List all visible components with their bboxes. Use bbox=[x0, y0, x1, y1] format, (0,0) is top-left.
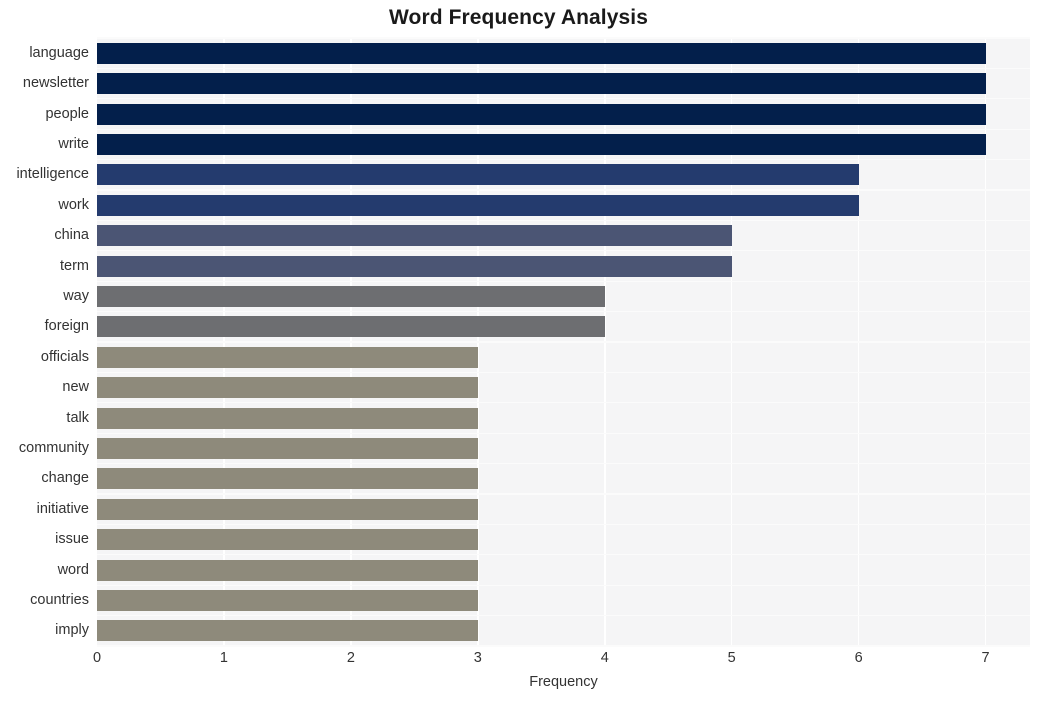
bar bbox=[97, 620, 478, 642]
x-axis-title: Frequency bbox=[529, 674, 598, 690]
y-axis-tick-label: foreign bbox=[44, 318, 89, 335]
bar bbox=[97, 73, 986, 95]
chart-title: Word Frequency Analysis bbox=[388, 6, 649, 29]
y-axis-tick-label: officials bbox=[40, 348, 89, 365]
bar bbox=[97, 377, 478, 399]
bar bbox=[97, 255, 732, 277]
bar bbox=[97, 346, 478, 368]
bar bbox=[97, 194, 859, 216]
plot-area bbox=[97, 37, 1030, 647]
y-axis-tick-label: write bbox=[58, 135, 89, 152]
bars-layer bbox=[97, 38, 1030, 646]
bar bbox=[97, 42, 986, 64]
y-axis-tick-label: countries bbox=[30, 591, 89, 608]
y-axis-tick-label: term bbox=[60, 257, 89, 274]
y-axis-tick-label: intelligence bbox=[16, 166, 89, 183]
bar bbox=[97, 133, 986, 155]
y-axis-tick-label: change bbox=[41, 470, 89, 487]
bar bbox=[97, 468, 478, 490]
x-axis-tick-label: 2 bbox=[346, 650, 355, 666]
x-axis-tick-label: 7 bbox=[981, 650, 990, 666]
y-axis-tick-label: language bbox=[29, 44, 89, 61]
chart-figure: Word Frequency Analysis language newslett… bbox=[0, 0, 1037, 701]
x-axis-tick-label: 4 bbox=[600, 650, 609, 666]
y-axis-tick-label: issue bbox=[55, 531, 89, 548]
y-axis-tick-label: new bbox=[62, 379, 89, 396]
y-axis-tick-label: initiative bbox=[36, 500, 89, 517]
bar bbox=[97, 407, 478, 429]
y-axis-tick-label: talk bbox=[66, 409, 89, 426]
y-axis-tick-label: china bbox=[54, 227, 89, 244]
bar bbox=[97, 164, 859, 186]
bar bbox=[97, 529, 478, 551]
bar bbox=[97, 437, 478, 459]
x-axis-tick-label: 1 bbox=[219, 650, 228, 666]
y-axis-tick-label: community bbox=[18, 439, 89, 456]
bar bbox=[97, 103, 986, 125]
x-axis-tick-label: 5 bbox=[727, 650, 736, 666]
bar bbox=[97, 498, 478, 520]
y-axis-tick-label: word bbox=[57, 561, 89, 578]
bar bbox=[97, 589, 478, 611]
y-axis-tick-label: imply bbox=[55, 622, 89, 639]
y-axis-tick-label: newsletter bbox=[22, 75, 89, 92]
y-axis-tick-label: work bbox=[58, 196, 89, 213]
y-axis-tick-label: people bbox=[45, 105, 89, 122]
bar bbox=[97, 559, 478, 581]
x-axis-tick-label: 6 bbox=[854, 650, 863, 666]
x-axis-tick-labels: 0 1 2 3 4 5 6 7 bbox=[0, 650, 1037, 672]
bar bbox=[97, 316, 605, 338]
y-axis-tick-labels: language newsletter people write intelligenc… bbox=[0, 38, 89, 646]
x-axis-tick-label: 0 bbox=[92, 650, 102, 666]
x-axis-tick-label: 3 bbox=[473, 650, 482, 666]
bar bbox=[97, 225, 732, 247]
y-axis-tick-label: way bbox=[63, 287, 89, 304]
bar bbox=[97, 285, 605, 307]
